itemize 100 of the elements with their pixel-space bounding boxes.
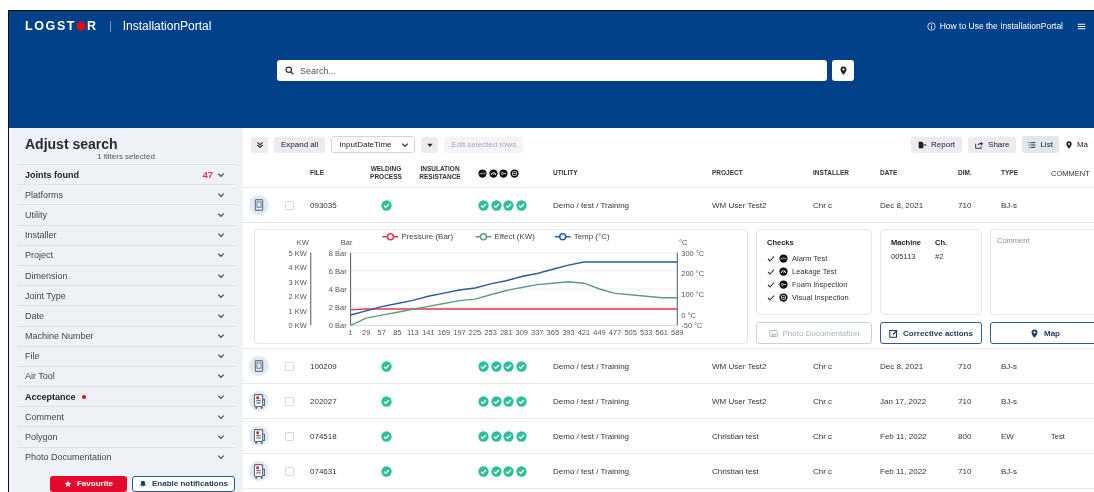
chevron-icon	[217, 291, 225, 300]
table-cell: EW	[1001, 431, 1014, 441]
table-cell: WM User Test2	[712, 200, 767, 210]
info-icon	[926, 21, 936, 31]
filter-label[interactable]: Air Tool	[25, 371, 55, 382]
chevron-icon	[217, 453, 225, 462]
collapse-button[interactable]	[251, 136, 268, 153]
double-chevron-icon	[255, 140, 264, 149]
filter-label[interactable]: Photo Documentation	[25, 452, 112, 463]
table-cell: Demo / test / Training	[553, 200, 630, 210]
legend-label: Pressure (Bar)	[401, 232, 454, 242]
view-tab[interactable]: List	[1022, 136, 1059, 153]
filter-label[interactable]: Polygon	[25, 432, 58, 443]
table-cell: BJ-s	[1001, 361, 1017, 371]
image-icon	[768, 328, 778, 338]
chevron-icon	[217, 190, 225, 199]
gauge-icon	[488, 168, 498, 178]
pin-icon	[1064, 140, 1073, 149]
filter-label[interactable]: Installer	[25, 230, 57, 241]
chevron-icon	[217, 311, 225, 320]
search-icon	[285, 66, 294, 75]
search-field[interactable]: Search...	[277, 60, 827, 81]
share-button[interactable]: Share	[968, 136, 1017, 153]
filter-label[interactable]: File	[25, 351, 40, 362]
favourite-button[interactable]: Favourite	[50, 475, 127, 492]
wave-icon	[779, 254, 788, 263]
filter-label[interactable]: Utility	[25, 209, 47, 220]
row-checkbox[interactable]	[285, 431, 294, 441]
table-cell: Jan 17, 2022	[880, 396, 927, 406]
filters-count: 1 filters selected	[96, 152, 156, 161]
filter-label[interactable]: Platforms	[25, 189, 63, 200]
legend-marker	[554, 232, 572, 241]
row-checkbox[interactable]	[285, 361, 294, 371]
chevron-icon	[217, 412, 225, 421]
chevron-icon	[217, 372, 225, 381]
table-cell: BJ-s	[1001, 396, 1017, 406]
key-icon	[499, 168, 508, 178]
bell-icon	[139, 479, 147, 488]
legend-label: Effect (KW)	[494, 232, 535, 242]
filter-label[interactable]: Joint Type	[25, 290, 66, 301]
result-count: 47	[202, 169, 213, 181]
menu-icon[interactable]	[1077, 21, 1086, 31]
table-cell: Chr c	[813, 396, 833, 406]
chevron-icon	[217, 352, 225, 361]
search-input[interactable]: Search...	[300, 65, 819, 76]
filter-label[interactable]: Acceptance	[25, 391, 76, 402]
table-cell: 074631	[310, 466, 337, 476]
table-cell: Christian test	[712, 431, 759, 441]
gauge-icon	[779, 267, 788, 276]
screen-icon	[509, 168, 519, 178]
table-cell: 202027	[310, 396, 337, 406]
table-cell: WM User Test2	[712, 396, 767, 406]
table-cell: 074518	[310, 431, 337, 441]
table-cell: 710	[958, 361, 972, 371]
pin-icon	[1030, 328, 1039, 338]
table-cell: Feb 11, 2022	[880, 431, 927, 441]
chevron-icon	[401, 140, 410, 149]
logo-circle-icon	[76, 21, 87, 31]
report-button[interactable]: Report	[911, 136, 963, 153]
list-icon	[1028, 140, 1037, 149]
table-cell: Demo / test / Training	[553, 396, 630, 406]
chevron-icon	[217, 210, 225, 219]
chevron-icon	[217, 433, 225, 442]
filter-label[interactable]: Machine Number	[25, 331, 94, 342]
filter-label[interactable]: Joints found	[25, 169, 79, 180]
filter-label[interactable]: Dimension	[25, 270, 68, 281]
table-cell: 100209	[310, 361, 337, 371]
row-checkbox[interactable]	[285, 466, 294, 476]
legend-marker	[474, 232, 493, 241]
table-cell: Demo / test / Training	[553, 431, 630, 441]
table-cell: 800	[958, 431, 972, 441]
chevron-icon	[217, 251, 225, 260]
table-cell: Demo / test / Training	[553, 361, 630, 371]
table-cell: 710	[958, 466, 972, 476]
document-arrow-icon	[918, 140, 927, 149]
sort-dropdown[interactable]: InputDateTime	[331, 136, 416, 153]
app-name: InstallationPortal	[122, 19, 212, 33]
filter-label[interactable]: Project	[25, 250, 53, 261]
expand-all-button[interactable]: Expand all	[274, 136, 326, 153]
chevron-icon	[217, 170, 225, 179]
table-cell: 710	[958, 200, 972, 210]
table-cell: 710	[958, 396, 972, 406]
map-button[interactable]: Map	[990, 322, 1094, 344]
row-checkbox[interactable]	[285, 396, 294, 406]
machine-icon	[249, 391, 269, 411]
table-cell: Chr c	[813, 466, 833, 476]
chevron-icon	[217, 332, 225, 341]
sort-order-button[interactable]	[421, 136, 439, 153]
help-link[interactable]: How to Use the InstallationPortal	[926, 21, 1063, 31]
filter-label[interactable]: Date	[25, 310, 44, 321]
filter-label[interactable]: Comment	[25, 411, 64, 422]
corrective-actions-button[interactable]: Corrective actions	[880, 322, 982, 344]
chevron-icon	[217, 271, 225, 280]
row-checkbox[interactable]	[285, 200, 294, 210]
location-button[interactable]	[832, 60, 854, 81]
logo-text: LOGST	[25, 19, 77, 33]
wave-icon	[478, 168, 487, 178]
notifications-button[interactable]: Enable notifications	[132, 475, 235, 492]
edit-icon	[889, 328, 899, 338]
share-icon	[975, 140, 984, 149]
